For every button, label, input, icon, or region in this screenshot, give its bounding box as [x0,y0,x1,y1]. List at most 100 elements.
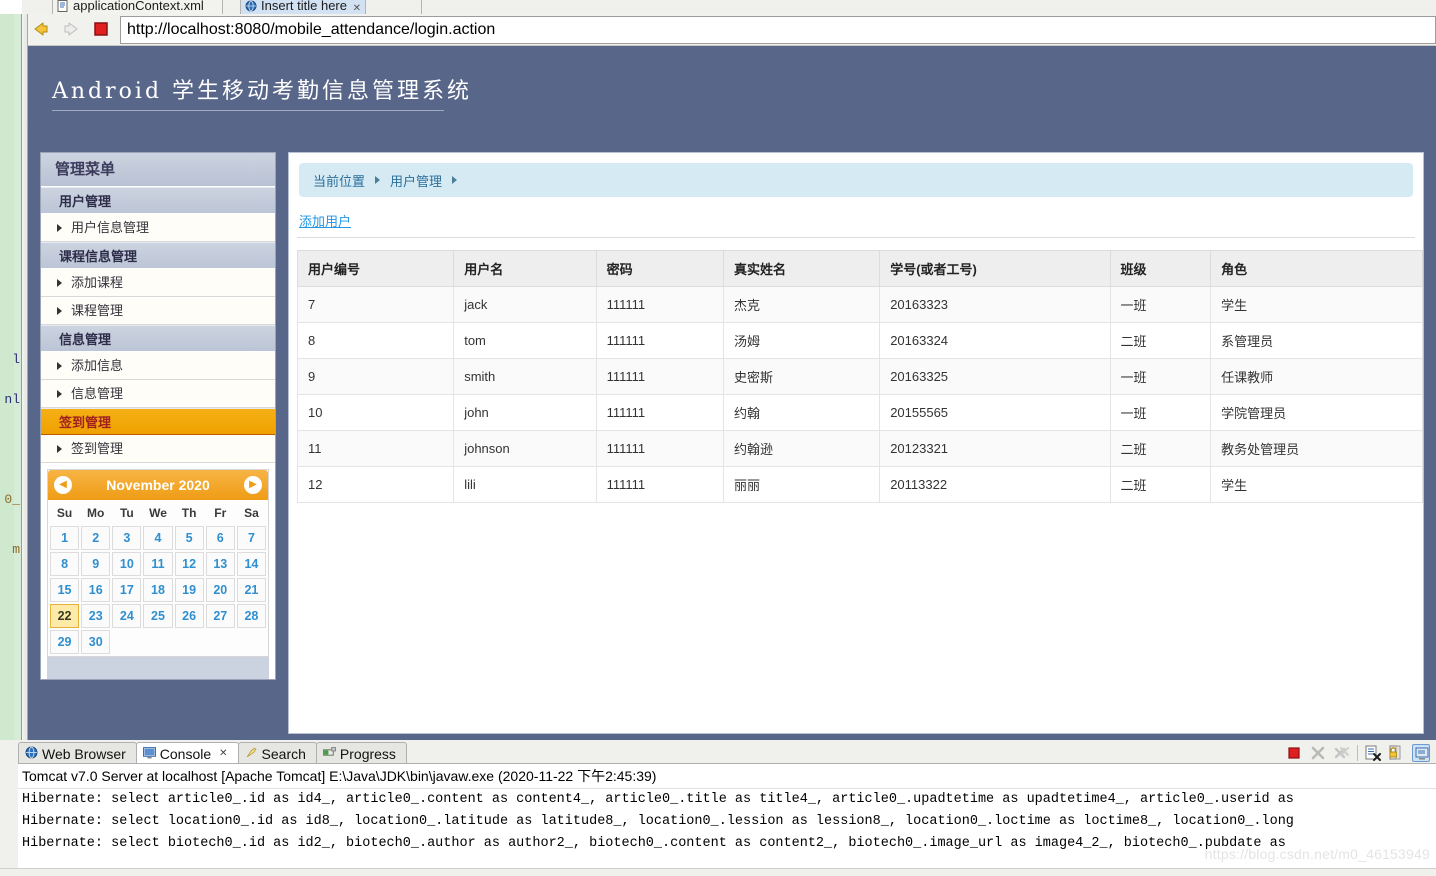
calendar-day[interactable]: 22 [50,604,80,628]
calendar-day[interactable]: 5 [174,526,204,550]
calendar-day[interactable]: 25 [143,604,173,628]
terminate-icon[interactable] [1285,744,1303,762]
table-cell: 约翰 [722,394,881,431]
calendar-day[interactable]: 4 [143,526,173,550]
sidebar-item-user-info[interactable]: 用户信息管理 [41,214,275,242]
calendar-weekday: Fr [214,506,227,520]
console-tab-web-browser[interactable]: Web Browser [18,742,137,764]
display-selected-console-icon[interactable] [1412,744,1430,762]
console-log-lines: Hibernate: select article0_.id as id4_, … [18,789,1436,855]
console-launch-header: Tomcat v7.0 Server at localhost [Apache … [18,764,1436,789]
calendar-weekday: Su [56,506,73,520]
table-cell: 9 [296,358,455,395]
calendar-day[interactable]: 20 [205,578,235,602]
clear-console-icon[interactable] [1364,744,1382,762]
calendar-day[interactable]: 11 [143,552,173,576]
calendar-day[interactable]: 2 [81,526,111,550]
stop-icon[interactable] [90,18,112,40]
console-panel: Web Browser Console ✕ Search Progress To… [0,740,1436,876]
gutter-fragment: 0_ [4,492,20,507]
calendar-day[interactable]: 23 [81,604,111,628]
calendar-day[interactable]: 27 [205,604,235,628]
calendar-day[interactable]: 10 [112,552,142,576]
back-icon[interactable] [30,18,52,40]
sidebar-item-course-manage[interactable]: 课程管理 [41,297,275,325]
table-cell: 一班 [1109,286,1212,323]
sidebar-item-signin-manage[interactable]: 签到管理 [41,435,275,463]
calendar-day[interactable]: 29 [50,630,80,654]
calendar-day[interactable]: 18 [143,578,173,602]
table-cell: 20163325 [879,358,1111,395]
table-row[interactable]: 10 john 111111 约翰 20155565 一班 学院管理员 [296,394,1423,431]
console-output[interactable]: Tomcat v7.0 Server at localhost [Apache … [18,763,1436,876]
calendar-day[interactable]: 19 [174,578,204,602]
calendar-day[interactable]: 12 [174,552,204,576]
console-bottom-edge [0,868,1436,876]
gutter-fragment: l [12,352,20,367]
remove-all-terminated-icon [1333,744,1351,762]
calendar-day[interactable]: 7 [236,526,266,550]
calendar-day[interactable]: 30 [81,630,111,654]
scroll-lock-icon[interactable] [1388,744,1406,762]
table-cell: 111111 [595,466,724,503]
calendar-day[interactable]: 1 [50,526,80,550]
add-user-link[interactable]: 添加用户 [299,211,351,230]
calendar-week-row: 22 23 24 25 26 27 28 [50,604,266,628]
table-row[interactable]: 7 jack 111111 杰克 20163323 一班 学生 [296,286,1423,323]
calendar-day[interactable]: 13 [205,552,235,576]
breadcrumb-item-user-management[interactable]: 用户管理 [390,171,442,190]
chevron-right-icon [57,307,62,315]
calendar-day[interactable]: 8 [50,552,80,576]
table-row[interactable]: 9 smith 111111 史密斯 20163325 一班 任课教师 [296,358,1423,395]
table-row[interactable]: 12 lili 111111 丽丽 20113322 二班 学生 [296,466,1423,503]
sidebar-item-info-manage[interactable]: 信息管理 [41,380,275,408]
close-icon[interactable]: ✕ [219,748,227,759]
chevron-right-icon [57,279,62,287]
calendar-day[interactable]: 15 [50,578,80,602]
calendar-day[interactable]: 26 [174,604,204,628]
calendar-day[interactable]: 17 [112,578,142,602]
remove-launch-icon [1309,744,1327,762]
xml-file-icon [57,0,69,12]
page-title: Android 学生移动考勤信息管理系统 [52,79,473,104]
user-table: 用户编号 用户名 密码 真实姓名 学号(或者工号) 班级 角色 7 jack 111111 杰克 2… [296,250,1423,503]
url-bar[interactable]: http://localhost:8080/mobile_attendance/… [120,16,1436,44]
table-header-row: 用户编号 用户名 密码 真实姓名 学号(或者工号) 班级 角色 [296,250,1423,287]
calendar-day[interactable]: 9 [81,552,111,576]
calendar-day[interactable]: 28 [236,604,266,628]
url-text: http://localhost:8080/mobile_attendance/… [127,21,496,38]
sidebar-group-user[interactable]: 用户管理 [41,187,275,214]
calendar-days: 1 2 3 4 5 6 7 8 9 10 11 12 13 14 15 16 17 18 19 20 21 22 23 24 2… [50,526,266,654]
console-tab-bar: Web Browser Console ✕ Search Progress [18,740,407,764]
sidebar-group-info[interactable]: 信息管理 [41,325,275,352]
chevron-left-icon[interactable]: ◀ [54,476,72,494]
table-row[interactable]: 8 tom 111111 汤姆 20163324 二班 系管理员 [296,322,1423,359]
sidebar-item-add-course[interactable]: 添加课程 [41,269,275,297]
table-cell: 8 [296,322,455,359]
table-column-header: 用户名 [453,250,597,287]
table-column-header: 真实姓名 [722,250,881,287]
table-cell: 一班 [1109,358,1212,395]
table-cell: 学生 [1210,286,1423,323]
editor-tab-insert-title-here[interactable]: Insert title here ✕ [240,0,366,14]
calendar-day[interactable]: 24 [112,604,142,628]
table-row[interactable]: 11 johnson 111111 约翰逊 20123321 二班 教务处管理员 [296,430,1423,467]
calendar-empty-cell [143,630,172,654]
console-tab-search[interactable]: Search [237,742,317,764]
sidebar-item-add-info[interactable]: 添加信息 [41,352,275,380]
editor-tab-application-context[interactable]: applicationContext.xml [52,0,223,14]
calendar-day[interactable]: 16 [81,578,111,602]
chevron-right-icon[interactable]: ▶ [243,476,262,494]
calendar-day[interactable]: 3 [112,526,142,550]
calendar-widget: ◀ November 2020 ▶ Su Mo Tu We Th Fr Sa 1234567… [41,463,275,679]
table-cell: 任课教师 [1210,358,1423,395]
sidebar-group-course[interactable]: 课程信息管理 [41,242,275,269]
console-tab-console[interactable]: Console ✕ [135,742,239,764]
calendar-day[interactable]: 6 [205,526,235,550]
calendar-day[interactable]: 21 [236,578,266,602]
console-tab-progress[interactable]: Progress [315,742,407,764]
close-icon[interactable]: ✕ [353,0,361,14]
sidebar-group-signin[interactable]: 签到管理 [41,408,275,435]
console-tab-label: Console [159,745,212,762]
calendar-day[interactable]: 14 [236,552,266,576]
